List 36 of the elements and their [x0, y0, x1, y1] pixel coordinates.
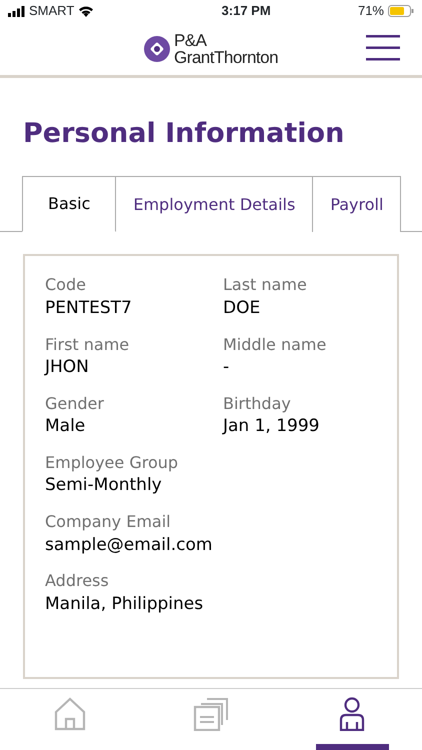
- profile-icon: [338, 697, 365, 731]
- logo-text: GrantThornton: [174, 48, 278, 66]
- battery-percent: 71%: [358, 2, 384, 20]
- home-icon: [54, 697, 86, 731]
- documents-icon: [193, 697, 229, 731]
- status-time: 3:17 PM: [222, 2, 271, 20]
- field-value: JHON: [45, 356, 90, 379]
- field-value: Jan 1, 1999: [223, 415, 320, 438]
- field-value: sample@email.com: [45, 534, 214, 557]
- page-title: Personal Information: [23, 118, 346, 150]
- field-label: Employee Group: [45, 452, 180, 474]
- field-label: First name: [45, 334, 130, 356]
- field-value: PENTEST7: [45, 296, 133, 320]
- battery-icon: [388, 5, 414, 17]
- field-label: Last name: [223, 274, 308, 296]
- tab[interactable]: Employment Details: [115, 176, 314, 232]
- field-label: Code: [45, 274, 87, 296]
- carrier-name: SMART: [29, 2, 74, 20]
- field-label: Address: [45, 570, 110, 592]
- field-value: Semi-Monthly: [45, 474, 163, 498]
- tab[interactable]: Payroll: [312, 176, 402, 232]
- field-label: Gender: [45, 392, 105, 415]
- signal-icon: [8, 6, 25, 16]
- field-value: DOE: [223, 296, 262, 320]
- field-value: Manila, Philippines: [45, 592, 204, 616]
- logo-text: P&A: [174, 32, 208, 48]
- wifi-icon: [78, 5, 94, 17]
- field-label: Company Email: [45, 511, 172, 534]
- tab[interactable]: Basic: [22, 176, 116, 232]
- field-label: Middle name: [223, 334, 328, 356]
- menu-icon: [366, 35, 400, 61]
- field-value: -: [223, 356, 230, 379]
- menu-button[interactable]: [366, 35, 400, 61]
- field-value: Male: [45, 415, 86, 438]
- logo-icon: [144, 36, 170, 62]
- field-label: Birthday: [223, 392, 292, 415]
